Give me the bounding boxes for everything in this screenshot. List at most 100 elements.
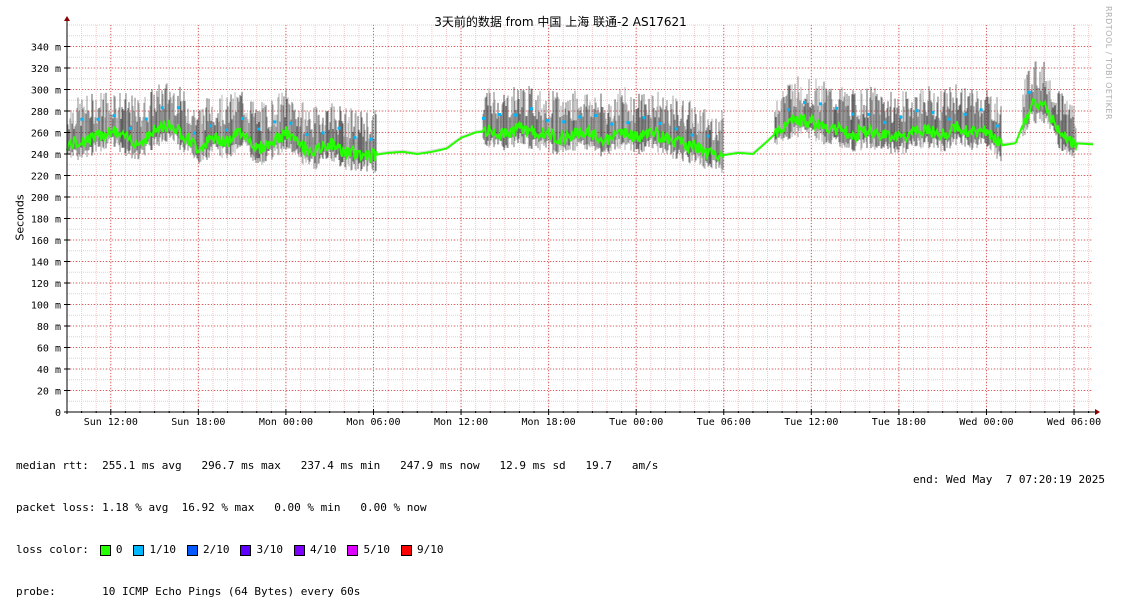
loss-color-item: 0 bbox=[99, 543, 123, 557]
y-tick-label: 300 m bbox=[31, 86, 61, 97]
loss-marker bbox=[819, 102, 823, 106]
y-tick-labels: 0 20 m 40 m 60 m 80 m 100 m 120 m 140 m 160 m 180… bbox=[31, 43, 61, 420]
y-tick-label: 320 m bbox=[31, 64, 61, 75]
y-tick-label: 340 m bbox=[31, 43, 61, 54]
loss-marker bbox=[803, 100, 807, 104]
y-tick-label: 200 m bbox=[31, 193, 61, 204]
loss-marker bbox=[674, 127, 678, 131]
y-tick-label: 240 m bbox=[31, 150, 61, 161]
loss-marker bbox=[883, 120, 887, 124]
loss-color-item: 9/10 bbox=[400, 543, 444, 557]
loss-marker bbox=[257, 127, 261, 131]
loss-marker bbox=[337, 126, 341, 130]
median-rtt-stats: 255.1 ms avg 296.7 ms max 237.4 ms min 2… bbox=[88, 459, 659, 472]
y-tick-label: 60 m bbox=[37, 344, 61, 355]
median-rtt-label: median rtt: bbox=[16, 459, 89, 472]
loss-marker bbox=[706, 134, 710, 138]
loss-color-list: 0 1/10 2/10 3/10 4/10 5/10 9/10 bbox=[99, 543, 455, 557]
x-tick-labels: Sun 12:00 Sun 18:00 Mon 00:00 Mon 06:00 Mon … bbox=[84, 417, 1101, 428]
loss-marker bbox=[273, 120, 277, 124]
y-tick-label: 20 m bbox=[37, 387, 61, 398]
chart-canvas: 0 20 m 40 m 60 m 80 m 100 m 120 m 140 m 160 m 180… bbox=[31, 16, 1101, 428]
x-axis-arrow bbox=[1095, 409, 1100, 415]
x-tick-label: Tue 00:00 bbox=[609, 417, 663, 428]
loss-color-swatch bbox=[400, 544, 412, 556]
loss-color-swatch bbox=[186, 544, 198, 556]
loss-marker bbox=[321, 131, 325, 135]
loss-color-swatch bbox=[99, 544, 111, 556]
loss-marker bbox=[192, 131, 196, 135]
loss-marker bbox=[899, 115, 903, 119]
x-tick-label: Sun 12:00 bbox=[84, 417, 138, 428]
loss-color-item: 4/10 bbox=[293, 543, 336, 557]
loss-marker bbox=[915, 109, 919, 113]
packet-loss-row: packet loss: 1.18 % avg 16.92 % max 0.00… bbox=[16, 501, 658, 515]
median-rtt-row: median rtt: 255.1 ms avg 296.7 ms max 23… bbox=[16, 459, 658, 473]
probe-label: probe: bbox=[16, 585, 56, 598]
chart-grid bbox=[66, 24, 1093, 413]
y-tick-label: 120 m bbox=[31, 279, 61, 290]
y-tick-label: 180 m bbox=[31, 215, 61, 226]
loss-marker bbox=[96, 117, 100, 121]
loss-marker bbox=[995, 124, 999, 128]
y-tick-label: 260 m bbox=[31, 129, 61, 140]
loss-color-text: 0 bbox=[115, 543, 123, 556]
loss-color-item: 2/10 bbox=[186, 543, 229, 557]
loss-marker bbox=[835, 106, 839, 110]
probe-row: probe: 10 ICMP Echo Pings (64 Bytes) eve… bbox=[16, 585, 658, 599]
x-tick-label: Mon 12:00 bbox=[434, 417, 488, 428]
loss-color-label: loss color: bbox=[16, 543, 89, 556]
loss-color-swatch bbox=[133, 544, 145, 556]
loss-marker bbox=[786, 108, 790, 112]
y-tick-label: 40 m bbox=[37, 365, 61, 376]
loss-marker bbox=[209, 124, 213, 128]
rrdtool-watermark: RRDTOOL / TOBI OETIKER bbox=[1104, 6, 1113, 121]
probe-text: 10 ICMP Echo Pings (64 Bytes) every 60s bbox=[55, 585, 361, 598]
loss-color-text: 1/10 bbox=[149, 543, 176, 556]
loss-marker bbox=[176, 106, 180, 110]
loss-marker bbox=[144, 117, 148, 121]
loss-color-swatch bbox=[347, 544, 359, 556]
loss-marker bbox=[1027, 90, 1031, 94]
loss-marker bbox=[851, 112, 855, 116]
loss-marker bbox=[690, 133, 694, 137]
packet-loss-label: packet loss: bbox=[16, 501, 96, 514]
end-timestamp: end: Wed May 7 07:20:19 2025 bbox=[912, 473, 1105, 486]
loss-color-swatch bbox=[240, 544, 252, 556]
x-tick-label: Sun 18:00 bbox=[171, 417, 225, 428]
loss-color-item: 1/10 bbox=[133, 543, 176, 557]
loss-marker bbox=[128, 126, 132, 130]
y-tick-label: 100 m bbox=[31, 301, 61, 312]
loss-marker bbox=[626, 121, 630, 125]
loss-marker bbox=[289, 121, 293, 125]
loss-marker bbox=[498, 113, 501, 117]
x-tick-label: Tue 12:00 bbox=[784, 417, 838, 428]
loss-color-row: loss color: 0 1/10 2/10 3/10 4/10 5/10 9/10 bbox=[16, 543, 658, 557]
x-tick-label: Mon 18:00 bbox=[522, 417, 576, 428]
loss-color-item: 3/10 bbox=[240, 543, 283, 557]
loss-marker bbox=[642, 116, 646, 120]
legend: median rtt: 255.1 ms avg 296.7 ms max 23… bbox=[16, 431, 658, 613]
loss-marker bbox=[963, 112, 967, 116]
loss-marker bbox=[931, 110, 935, 114]
loss-color-text: 3/10 bbox=[256, 543, 283, 556]
loss-color-item: 5/10 bbox=[347, 543, 390, 557]
loss-marker bbox=[658, 121, 662, 125]
loss-marker bbox=[353, 136, 357, 140]
y-tick-label: 220 m bbox=[31, 172, 61, 183]
loss-color-swatch bbox=[293, 544, 305, 556]
loss-marker bbox=[514, 113, 518, 117]
x-tick-label: Tue 06:00 bbox=[697, 417, 751, 428]
loss-marker bbox=[562, 120, 566, 124]
x-tick-label: Wed 06:00 bbox=[1047, 417, 1101, 428]
loss-marker bbox=[112, 114, 116, 118]
packet-loss-stats: 1.18 % avg 16.92 % max 0.00 % min 0.00 %… bbox=[95, 501, 427, 514]
loss-marker bbox=[594, 114, 598, 118]
y-tick-label: 0 bbox=[55, 408, 61, 419]
loss-marker bbox=[979, 108, 983, 112]
loss-marker bbox=[160, 106, 164, 110]
x-tick-label: Wed 00:00 bbox=[959, 417, 1013, 428]
loss-marker bbox=[947, 117, 951, 121]
loss-marker bbox=[867, 112, 871, 116]
loss-color-text: 9/10 bbox=[416, 543, 444, 556]
